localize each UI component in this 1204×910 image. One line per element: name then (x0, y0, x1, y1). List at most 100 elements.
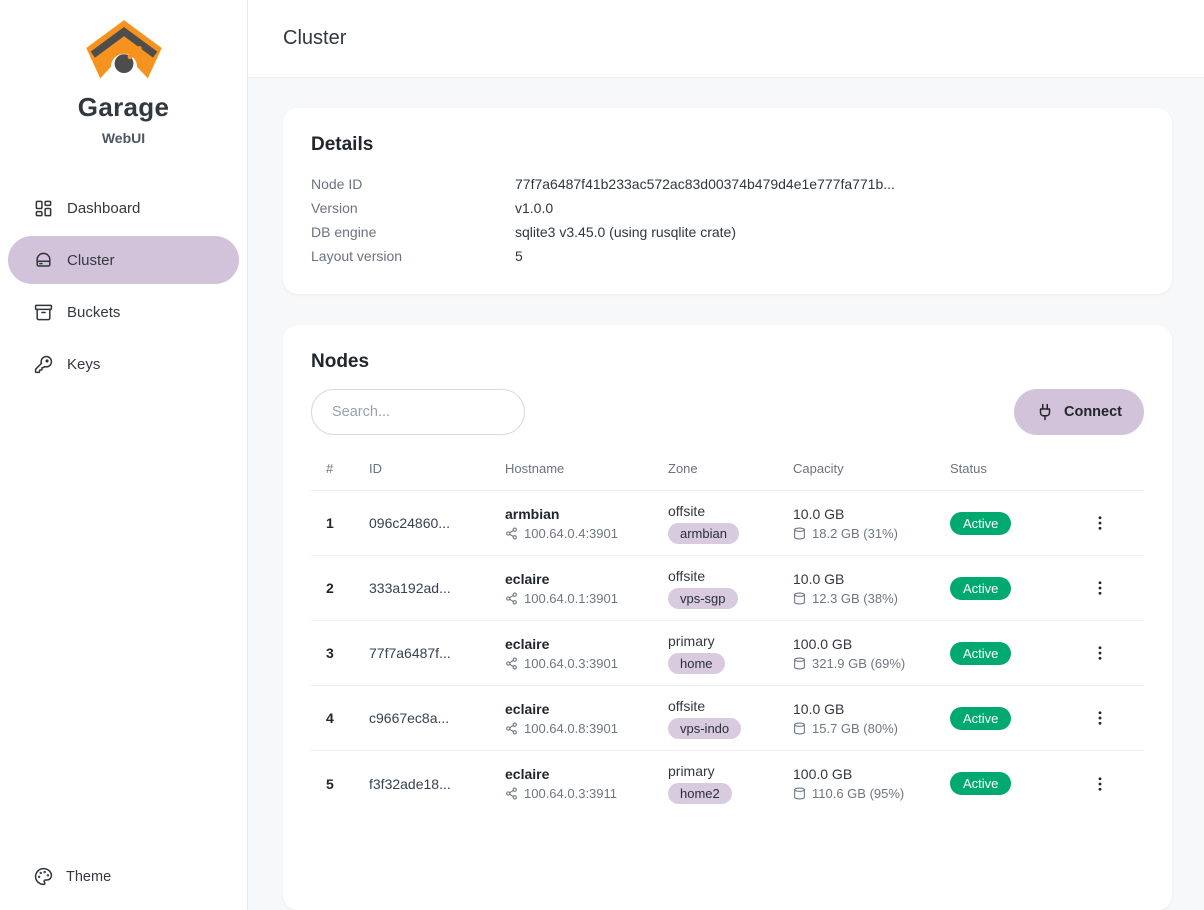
connect-button[interactable]: Connect (1014, 389, 1144, 435)
connect-button-label: Connect (1064, 404, 1122, 420)
search-input[interactable] (311, 389, 525, 435)
node-address: 100.64.0.4:3901 (524, 526, 618, 541)
capacity: 10.0 GB (793, 571, 950, 587)
node-id: f3f32ade18... (369, 776, 505, 792)
status-badge: Active (950, 642, 1011, 665)
detail-value: v1.0.0 (515, 196, 553, 220)
column-header-id: ID (369, 461, 505, 476)
row-number: 3 (311, 645, 369, 661)
node-address: 100.64.0.3:3901 (524, 656, 618, 671)
table-row: 4 c9667ec8a... eclaire 100.64.0.8:3901 o… (311, 686, 1144, 751)
storage-icon (793, 527, 806, 540)
row-menu-button[interactable] (1085, 573, 1115, 603)
row-number: 1 (311, 515, 369, 531)
detail-label: DB engine (311, 220, 515, 244)
sidebar-item-buckets[interactable]: Buckets (8, 288, 239, 336)
table-row: 2 333a192ad... eclaire 100.64.0.1:3901 o… (311, 556, 1144, 621)
hostname: eclaire (505, 766, 668, 782)
zone-tag-badge: home (668, 653, 725, 674)
nodes-table: # ID Hostname Zone Capacity Status 1 096… (311, 457, 1144, 816)
details-title: Details (311, 134, 1144, 156)
network-share-icon (505, 592, 518, 605)
capacity: 100.0 GB (793, 766, 950, 782)
detail-label: Layout version (311, 244, 515, 268)
storage-icon (793, 787, 806, 800)
capacity: 100.0 GB (793, 636, 950, 652)
status-badge: Active (950, 707, 1011, 730)
network-share-icon (505, 722, 518, 735)
main-area: Cluster Details Node ID 77f7a6487f41b233… (248, 0, 1204, 910)
dashboard-icon (34, 199, 53, 218)
garage-logo-icon (83, 16, 165, 85)
status-badge: Active (950, 772, 1011, 795)
detail-label: Version (311, 196, 515, 220)
column-header-capacity: Capacity (793, 461, 950, 476)
row-menu-button[interactable] (1085, 769, 1115, 799)
node-id: c9667ec8a... (369, 710, 505, 726)
node-address: 100.64.0.3:3911 (524, 786, 617, 801)
zone-tag-badge: armbian (668, 523, 739, 544)
theme-toggle[interactable]: Theme (0, 867, 247, 910)
sidebar: Garage WebUI Dashboard Cluster Bu (0, 0, 248, 910)
kebab-menu-icon (1091, 775, 1109, 793)
page-content: Details Node ID 77f7a6487f41b233ac572ac8… (248, 78, 1204, 910)
usage: 12.3 GB (38%) (812, 591, 898, 606)
kebab-menu-icon (1091, 579, 1109, 597)
usage: 110.6 GB (95%) (812, 786, 904, 801)
detail-value: 5 (515, 244, 523, 268)
storage-icon (793, 657, 806, 670)
zone-name: offsite (668, 698, 793, 714)
nodes-title: Nodes (311, 351, 1144, 373)
zone-tag-badge: home2 (668, 783, 732, 804)
capacity: 10.0 GB (793, 506, 950, 522)
table-row: 1 096c24860... armbian 100.64.0.4:3901 o… (311, 491, 1144, 556)
sidebar-item-dashboard[interactable]: Dashboard (8, 184, 239, 232)
row-menu-button[interactable] (1085, 703, 1115, 733)
network-share-icon (505, 657, 518, 670)
usage: 15.7 GB (80%) (812, 721, 898, 736)
app-subtitle: WebUI (0, 130, 247, 146)
plug-icon (1036, 403, 1054, 421)
sidebar-item-keys[interactable]: Keys (8, 340, 239, 388)
node-id: 096c24860... (369, 515, 505, 531)
buckets-archive-icon (34, 303, 53, 322)
hostname: eclaire (505, 571, 668, 587)
usage: 321.9 GB (69%) (812, 656, 905, 671)
node-id: 77f7a6487f... (369, 645, 505, 661)
hostname: eclaire (505, 636, 668, 652)
column-header-zone: Zone (668, 461, 793, 476)
details-card: Details Node ID 77f7a6487f41b233ac572ac8… (283, 108, 1172, 294)
kebab-menu-icon (1091, 709, 1109, 727)
detail-value: sqlite3 v3.45.0 (using rusqlite crate) (515, 220, 736, 244)
cluster-drive-icon (34, 251, 53, 270)
row-number: 2 (311, 580, 369, 596)
page-header: Cluster (248, 0, 1204, 78)
zone-name: primary (668, 633, 793, 649)
network-share-icon (505, 787, 518, 800)
storage-icon (793, 722, 806, 735)
capacity: 10.0 GB (793, 701, 950, 717)
sidebar-nav: Dashboard Cluster Buckets Keys (0, 184, 247, 388)
nodes-card: Nodes Connect # ID Hostname Zone C (283, 325, 1172, 910)
detail-value: 77f7a6487f41b233ac572ac83d00374b479d4e1e… (515, 172, 895, 196)
keys-icon (34, 355, 53, 374)
detail-row-layout-version: Layout version 5 (311, 244, 1144, 268)
table-row: 5 f3f32ade18... eclaire 100.64.0.3:3911 … (311, 751, 1144, 816)
sidebar-item-label: Buckets (67, 304, 120, 321)
page-title: Cluster (283, 27, 346, 50)
zone-name: offsite (668, 568, 793, 584)
network-share-icon (505, 527, 518, 540)
table-header-row: # ID Hostname Zone Capacity Status (311, 457, 1144, 491)
kebab-menu-icon (1091, 644, 1109, 662)
sidebar-item-label: Keys (67, 356, 100, 373)
row-number: 4 (311, 710, 369, 726)
palette-icon (34, 867, 53, 886)
hostname: eclaire (505, 701, 668, 717)
sidebar-item-label: Cluster (67, 252, 115, 269)
detail-row-node-id: Node ID 77f7a6487f41b233ac572ac83d00374b… (311, 172, 1144, 196)
row-menu-button[interactable] (1085, 508, 1115, 538)
sidebar-item-cluster[interactable]: Cluster (8, 236, 239, 284)
row-menu-button[interactable] (1085, 638, 1115, 668)
column-header-status: Status (950, 461, 1055, 476)
detail-row-db-engine: DB engine sqlite3 v3.45.0 (using rusqlit… (311, 220, 1144, 244)
